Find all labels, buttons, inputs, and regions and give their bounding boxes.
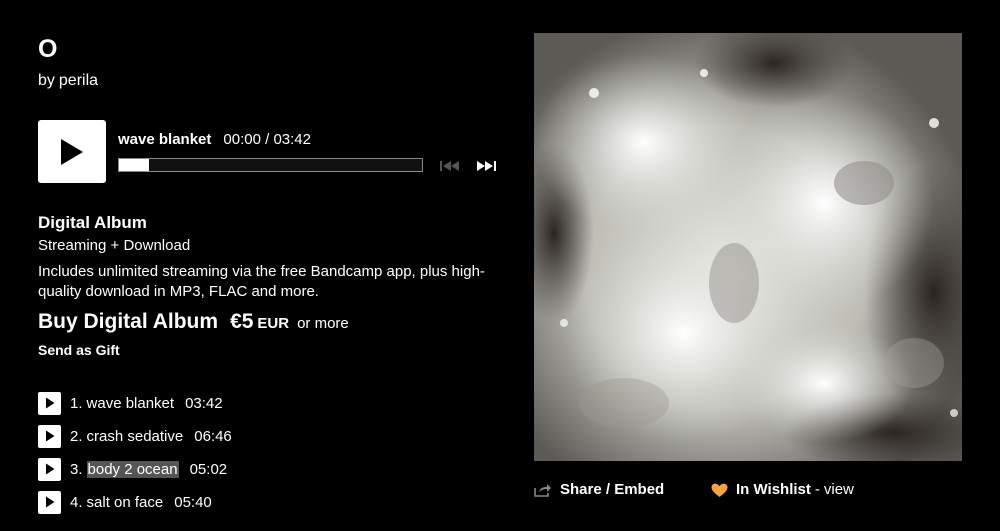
track-number: 1. (70, 394, 83, 412)
wishlist-view-link[interactable]: view (824, 480, 854, 500)
album-title: O (38, 35, 58, 63)
heart-icon (711, 483, 728, 497)
track-row: 4. salt on face 05:40 (38, 490, 212, 514)
track-number: 2. (70, 427, 83, 445)
play-icon (45, 496, 54, 508)
currency: EUR (257, 315, 290, 332)
track-title[interactable]: crash sedative (87, 428, 184, 445)
track-title[interactable]: salt on face (87, 494, 164, 511)
album-cover-art[interactable] (534, 33, 962, 461)
track-duration: 05:02 (189, 460, 228, 478)
track-duration: 03:42 (185, 394, 223, 412)
time-total: 03:42 (273, 131, 311, 148)
progress-bar[interactable] (118, 158, 423, 172)
buy-row: Buy Digital Album €5 EUR or more (38, 309, 349, 337)
send-as-gift-link[interactable]: Send as Gift (38, 341, 120, 359)
track-title[interactable]: wave blanket (87, 395, 175, 412)
track-play-button[interactable] (38, 391, 61, 415)
share-icon (534, 484, 551, 497)
album-byline: by perila (38, 71, 98, 91)
track-number: 4. (70, 493, 83, 511)
play-icon (45, 430, 54, 442)
next-track-button[interactable] (474, 158, 498, 174)
track-duration: 06:46 (194, 427, 232, 445)
time-current: 00:00 (223, 131, 261, 148)
now-playing-title: wave blanket (118, 131, 212, 148)
play-icon (45, 397, 54, 409)
skip-next-icon (477, 161, 496, 171)
share-embed-button[interactable]: Share / Embed (534, 480, 664, 500)
format-description: Includes unlimited streaming via the fre… (38, 263, 485, 300)
track-play-button[interactable] (38, 490, 61, 514)
track-play-button[interactable] (38, 424, 61, 448)
prev-track-button[interactable] (438, 158, 462, 174)
wishlist-separator: - (814, 481, 820, 498)
wishlist: In Wishlist - view (711, 480, 854, 500)
track-row: 3. body 2 ocean 05:02 (38, 457, 227, 481)
play-icon (45, 463, 54, 475)
track-duration: 05:40 (174, 493, 212, 511)
track-row: 1. wave blanket 03:42 (38, 391, 223, 415)
or-more-label: or more (297, 315, 349, 332)
cover-image (534, 33, 962, 461)
share-embed-label: Share / Embed (560, 481, 665, 498)
main-play-button[interactable] (38, 120, 106, 183)
by-prefix: by (38, 72, 55, 89)
now-playing: wave blanket 00:00 / 03:42 (118, 130, 311, 150)
track-title[interactable]: body 2 ocean (86, 460, 179, 478)
artist-link[interactable]: perila (59, 72, 98, 89)
buy-digital-album-button[interactable]: Buy Digital Album (38, 310, 218, 333)
track-row: 2. crash sedative 06:46 (38, 424, 232, 448)
wishlist-label[interactable]: In Wishlist (736, 480, 811, 500)
play-icon (61, 138, 83, 165)
format-subtitle: Streaming + Download (38, 237, 191, 254)
price: €5 (230, 310, 254, 333)
progress-thumb[interactable] (119, 159, 149, 171)
format-label: Digital Album (38, 213, 147, 232)
time-separator: / (265, 131, 270, 148)
skip-previous-icon (440, 161, 459, 171)
album-page: O by perila wave blanket 00:00 / 03:42 Dig… (0, 0, 1000, 531)
track-number: 3. (70, 460, 83, 478)
track-play-button[interactable] (38, 457, 61, 481)
